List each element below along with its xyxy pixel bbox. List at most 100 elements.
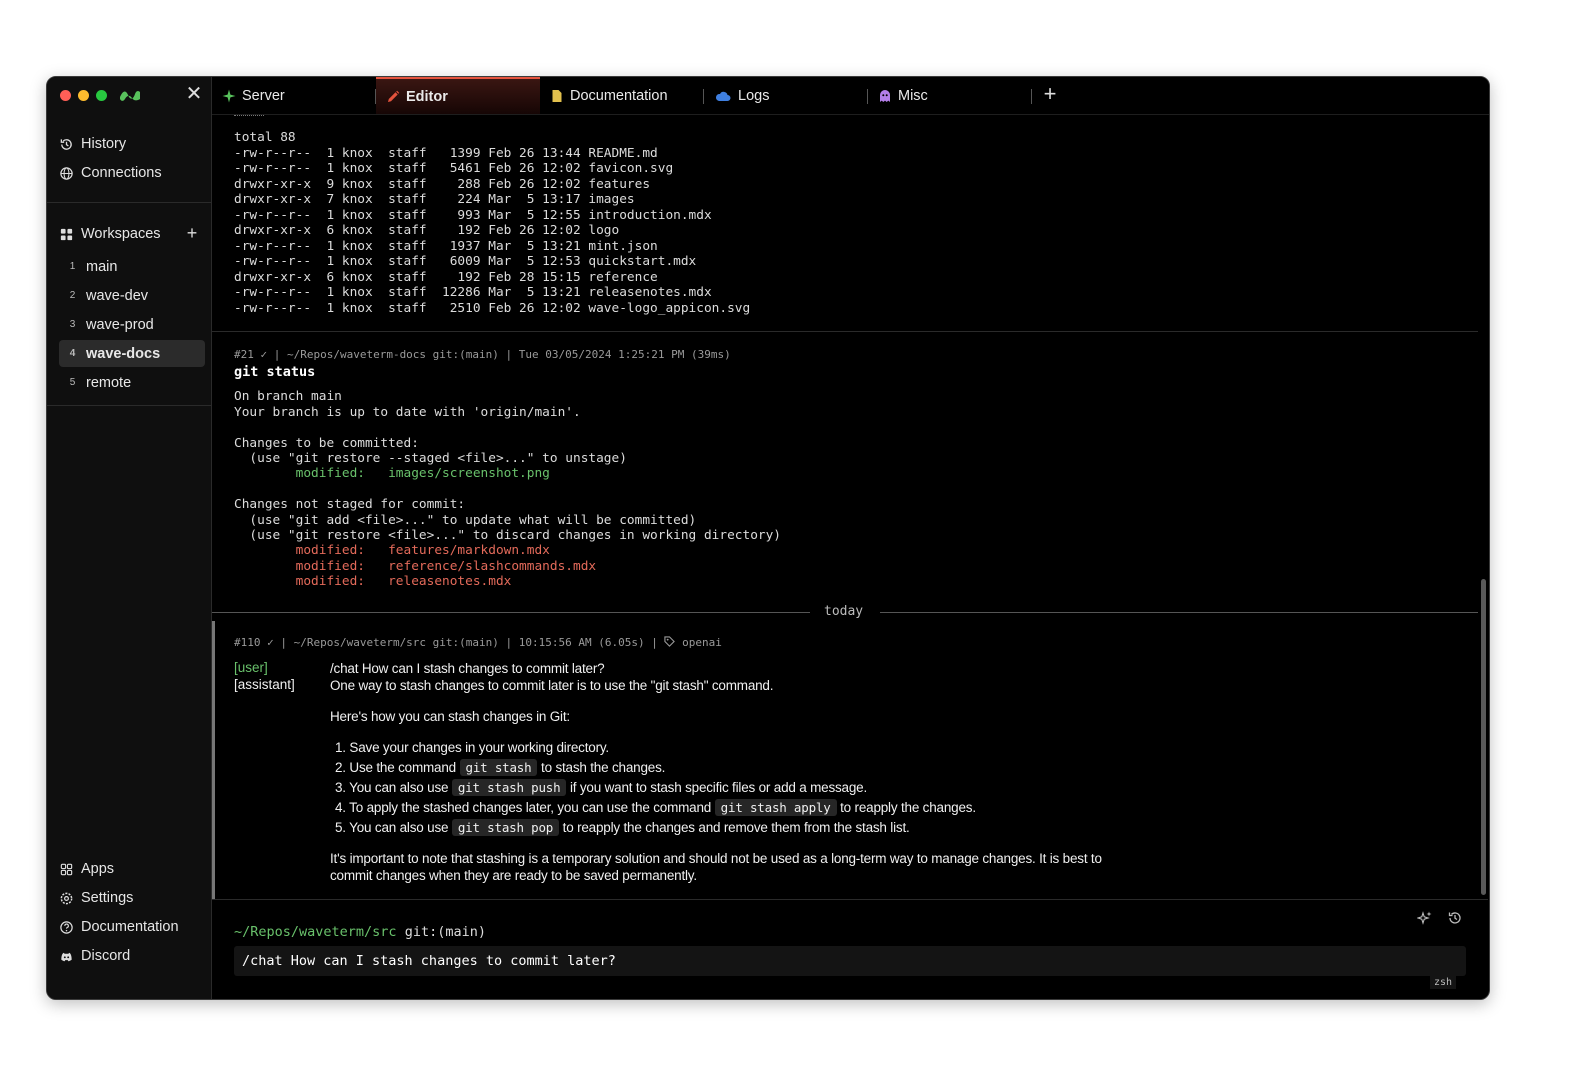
selected-command-indicator	[212, 621, 215, 899]
tab-label: Server	[242, 88, 285, 104]
command-input[interactable]: /chat How can I stash changes to commit …	[234, 946, 1466, 976]
workspace-number: 3	[59, 319, 86, 330]
command-meta: #21 ✓ | ~/Repos/waveterm-docs git:(main)…	[234, 348, 731, 361]
grid-icon	[59, 227, 74, 242]
sidebar-item-settings[interactable]: Settings	[59, 886, 207, 910]
list-text: if you want to stash specific files or a…	[570, 780, 867, 795]
date-divider-line	[880, 612, 1478, 613]
assistant-role-label: [assistant]	[234, 677, 295, 692]
date-divider-line	[212, 612, 810, 613]
list-text: to reapply the changes.	[840, 800, 976, 815]
tab-label: Misc	[898, 88, 928, 104]
list-item: 2. Use the command git stash to stash th…	[335, 759, 665, 776]
tab-editor[interactable]: Editor	[376, 77, 540, 114]
list-text: 4. To apply the stashed changes later, y…	[335, 800, 711, 815]
sidebar: ✕ History Connections Workspaces + 1 mai…	[47, 77, 212, 999]
sidebar-item-history[interactable]: History	[59, 132, 207, 156]
sidebar-item-discord[interactable]: Discord	[59, 944, 207, 968]
workspace-number: 5	[59, 377, 86, 388]
tab-divider	[1031, 89, 1032, 104]
inline-code: git stash push	[452, 779, 567, 796]
close-sidebar-icon[interactable]: ✕	[185, 85, 203, 103]
ghost-icon	[878, 89, 892, 103]
inline-code: git stash apply	[715, 799, 837, 816]
cloud-icon	[714, 89, 732, 103]
sidebar-item-apps[interactable]: Apps	[59, 857, 207, 881]
workspace-item[interactable]: 5 remote	[59, 369, 205, 396]
divider	[47, 405, 211, 406]
sidebar-item-label: Discord	[81, 948, 130, 964]
command-text: git status	[234, 364, 315, 380]
workspace-item[interactable]: 1 main	[59, 253, 205, 280]
workspace-number: 4	[59, 348, 86, 359]
add-workspace-button[interactable]: +	[184, 225, 200, 241]
minimize-window-button[interactable]	[78, 90, 89, 101]
history-icon[interactable]	[1447, 910, 1463, 926]
maximize-window-button[interactable]	[96, 90, 107, 101]
command-input-value: /chat How can I stash changes to commit …	[242, 953, 616, 969]
command-meta-text: #110 ✓ | ~/Repos/waveterm/src git:(main)…	[234, 636, 658, 649]
tag-icon	[664, 636, 675, 647]
discord-icon	[59, 949, 74, 964]
prompt-branch: git:(main)	[405, 924, 486, 940]
workspace-item[interactable]: 3 wave-prod	[59, 311, 205, 338]
tab-misc[interactable]: Misc	[868, 77, 1032, 114]
command-divider	[212, 331, 1478, 332]
assistant-heading: Here's how you can stash changes in Git:	[330, 708, 570, 725]
workspace-number: 1	[59, 261, 86, 272]
inline-code: git stash	[460, 759, 538, 776]
user-role-label: [user]	[234, 660, 268, 675]
help-circle-icon	[59, 920, 74, 935]
list-text: 2. Use the command	[335, 760, 456, 775]
globe-icon	[59, 166, 74, 181]
unstaged-file-lines: modified: features/markdown.mdx modified…	[234, 543, 596, 590]
list-text: 3. You can also use	[335, 780, 448, 795]
list-text: to reapply the changes and remove them f…	[563, 820, 910, 835]
list-item: 3. You can also use git stash push if yo…	[335, 779, 867, 796]
staged-file-line: modified: images/screenshot.png	[234, 466, 550, 482]
inline-code: git stash pop	[452, 819, 559, 836]
workspace-number: 2	[59, 290, 86, 301]
workspace-label: remote	[86, 375, 131, 391]
history-icon	[59, 137, 74, 152]
terminal-scrollbar[interactable]	[1481, 579, 1486, 895]
tab-documentation[interactable]: Documentation	[540, 77, 704, 114]
scrolled-line-fragment	[234, 115, 264, 116]
sidebar-item-label: Apps	[81, 861, 114, 877]
list-item: 5. You can also use git stash pop to rea…	[335, 819, 910, 836]
app-window: ✕ History Connections Workspaces + 1 mai…	[46, 76, 1490, 1000]
ls-output: total 88 -rw-r--r-- 1 knox staff 1399 Fe…	[234, 130, 750, 316]
prompt-line: ~/Repos/waveterm/src git:(main)	[234, 924, 486, 940]
workspace-label: main	[86, 259, 117, 275]
sidebar-item-label: Connections	[81, 165, 162, 181]
tab-label: Editor	[406, 89, 448, 105]
terminal-output[interactable]: total 88 -rw-r--r-- 1 knox staff 1399 Fe…	[212, 115, 1480, 899]
ai-provider-label: openai	[682, 636, 722, 649]
list-text: to stash the changes.	[541, 760, 665, 775]
tab-server[interactable]: Server	[212, 77, 376, 114]
workspaces-header: Workspaces	[59, 222, 179, 246]
assistant-closing-text: commit changes when they are ready to be…	[330, 867, 697, 884]
ai-sparkle-icon[interactable]	[1417, 910, 1433, 926]
close-window-button[interactable]	[60, 90, 71, 101]
tab-logs[interactable]: Logs	[704, 77, 868, 114]
pencil-icon	[386, 90, 400, 104]
list-item: 4. To apply the stashed changes later, y…	[335, 799, 976, 816]
assistant-closing-text: It's important to note that stashing is …	[330, 850, 1102, 867]
workspace-item-active[interactable]: 4 wave-docs	[59, 340, 205, 367]
date-divider-label: today	[824, 604, 863, 619]
tab-bar: Server Editor Documentation Logs Misc +	[212, 77, 1489, 115]
gear-icon	[59, 891, 74, 906]
workspace-label: wave-dev	[86, 288, 148, 304]
sidebar-item-connections[interactable]: Connections	[59, 161, 207, 185]
list-item: 1. Save your changes in your working dir…	[335, 739, 609, 756]
sidebar-item-documentation[interactable]: Documentation	[59, 915, 207, 939]
workspace-item[interactable]: 2 wave-dev	[59, 282, 205, 309]
prompt-path: ~/Repos/waveterm/src	[234, 924, 397, 940]
sparkle-icon	[222, 89, 236, 103]
divider	[47, 202, 211, 203]
workspaces-label: Workspaces	[81, 226, 161, 242]
sidebar-item-label: Settings	[81, 890, 133, 906]
add-tab-button[interactable]: +	[1039, 83, 1061, 105]
window-controls	[60, 90, 107, 101]
